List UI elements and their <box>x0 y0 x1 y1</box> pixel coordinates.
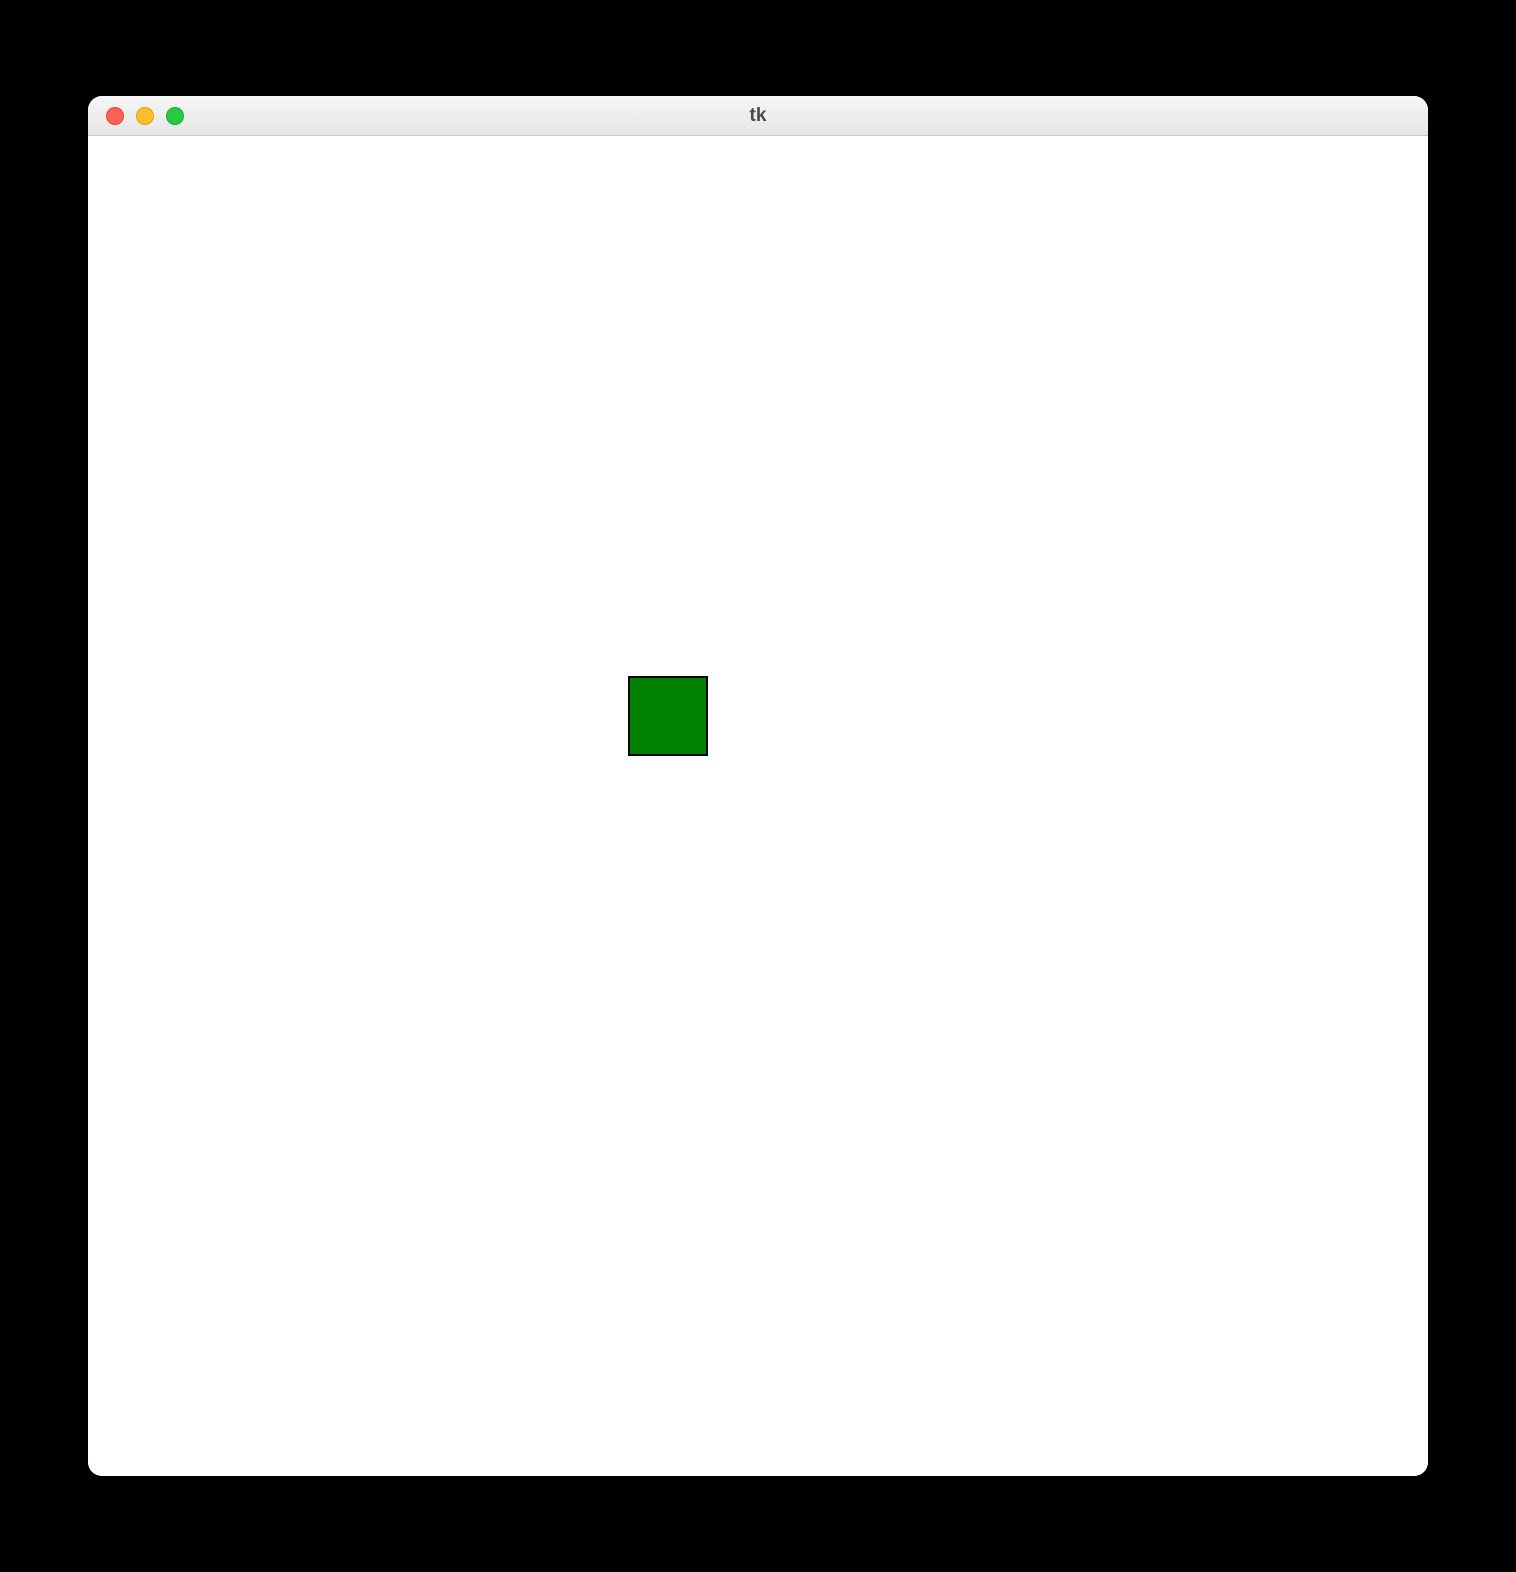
app-window: tk <box>88 96 1428 1476</box>
minimize-icon[interactable] <box>136 107 154 125</box>
canvas-area[interactable] <box>88 136 1428 1476</box>
maximize-icon[interactable] <box>166 107 184 125</box>
traffic-lights <box>88 107 184 125</box>
green-square <box>628 676 708 756</box>
close-icon[interactable] <box>106 107 124 125</box>
window-title: tk <box>88 105 1428 127</box>
titlebar: tk <box>88 96 1428 136</box>
